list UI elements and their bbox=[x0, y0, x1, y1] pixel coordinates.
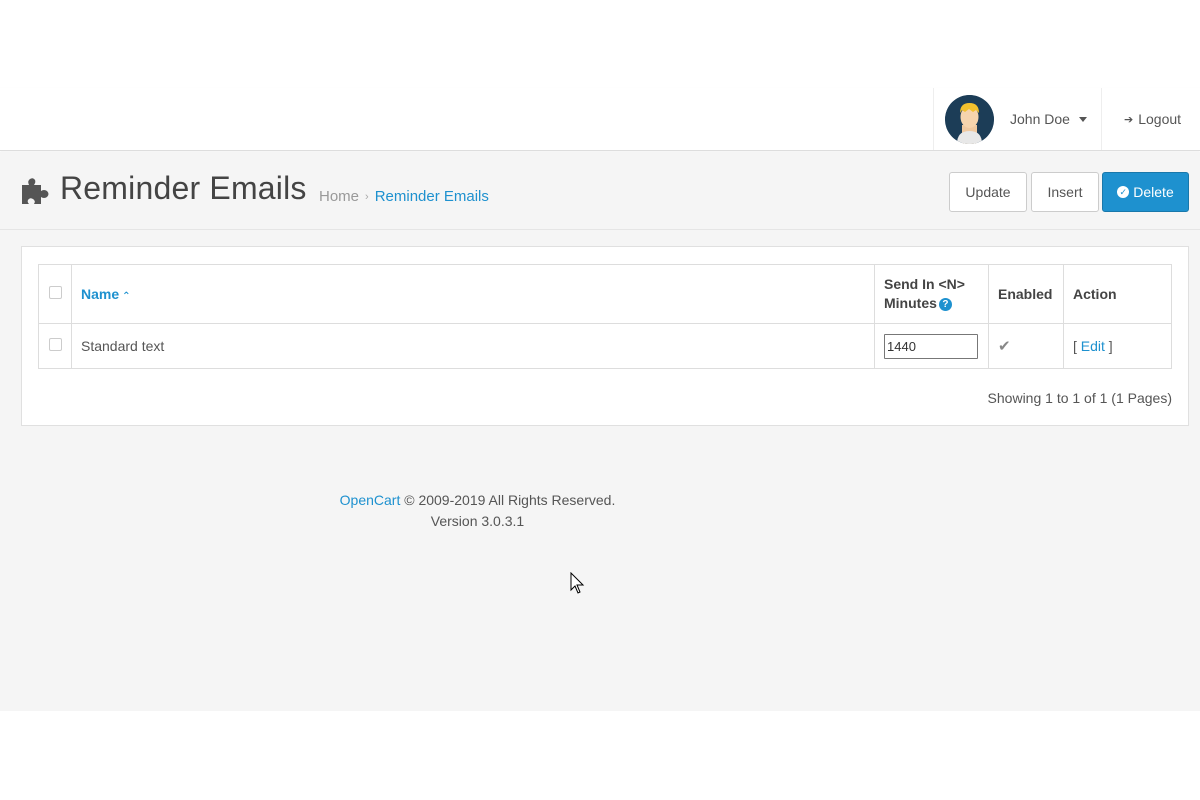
breadcrumb: Home › Reminder Emails bbox=[319, 188, 489, 205]
reminder-table: Name ⌃ Send In <N> Minutes? Enabled Actio… bbox=[38, 264, 1172, 369]
user-name: John Doe bbox=[1010, 111, 1070, 127]
puzzle-piece-icon bbox=[22, 178, 49, 204]
footer-version: Version 3.0.3.1 bbox=[430, 513, 525, 529]
column-action: Action bbox=[1063, 264, 1172, 324]
breadcrumb-separator-icon: › bbox=[365, 190, 369, 203]
column-name-label: Name bbox=[81, 286, 120, 302]
row-name: Standard text bbox=[71, 323, 875, 369]
question-circle-icon[interactable]: ? bbox=[938, 297, 952, 311]
footer-brand-link[interactable]: OpenCart bbox=[340, 492, 401, 508]
caret-down-icon bbox=[1078, 116, 1087, 122]
sort-asc-icon: ⌃ bbox=[122, 291, 131, 302]
table-row: Standard text ✔ [ Edit ] bbox=[38, 323, 1172, 369]
row-enabled-cell: ✔ bbox=[988, 323, 1064, 369]
mouse-cursor-icon bbox=[570, 572, 585, 594]
footer-copyright-line: OpenCart © 2009-2019 All Rights Reserved… bbox=[0, 490, 955, 511]
sign-out-icon: ➔ bbox=[1124, 113, 1134, 126]
column-name: Name ⌃ bbox=[71, 264, 875, 324]
enabled-check-icon: ✔ bbox=[998, 338, 1011, 355]
action-wrapper: [ Edit ] bbox=[1073, 338, 1113, 354]
content-area: Reminder Emails Home › Reminder Emails U… bbox=[0, 152, 1200, 711]
edit-link[interactable]: Edit bbox=[1081, 338, 1105, 354]
check-circle-icon: ✓ bbox=[1117, 186, 1130, 198]
user-avatar bbox=[945, 94, 994, 144]
column-send-in-line2: Minutes bbox=[884, 295, 937, 311]
column-send-in-line1: Send In <N> bbox=[884, 276, 965, 292]
breadcrumb-current[interactable]: Reminder Emails bbox=[375, 188, 489, 205]
column-enabled: Enabled bbox=[988, 264, 1064, 324]
delete-label: Delete bbox=[1133, 184, 1174, 200]
row-checkbox[interactable] bbox=[48, 338, 62, 351]
footer-copyright: © 2009-2019 All Rights Reserved. bbox=[404, 492, 616, 508]
top-header: John Doe ➔ Logout bbox=[0, 88, 1200, 151]
breadcrumb-home[interactable]: Home bbox=[319, 188, 359, 205]
select-all-checkbox[interactable] bbox=[48, 286, 62, 299]
update-button[interactable]: Update bbox=[949, 172, 1027, 212]
column-send-in: Send In <N> Minutes? bbox=[874, 264, 989, 324]
minutes-input[interactable] bbox=[884, 333, 978, 359]
footer: OpenCart © 2009-2019 All Rights Reserved… bbox=[0, 490, 955, 532]
sort-by-name-link[interactable]: Name ⌃ bbox=[81, 286, 131, 302]
logout-link[interactable]: ➔ Logout bbox=[1124, 88, 1181, 150]
table-header-row: Name ⌃ Send In <N> Minutes? Enabled Actio… bbox=[38, 264, 1172, 324]
row-action-cell: [ Edit ] bbox=[1063, 323, 1172, 369]
row-select-cell bbox=[38, 323, 72, 369]
insert-button[interactable]: Insert bbox=[1031, 172, 1099, 212]
list-panel: Name ⌃ Send In <N> Minutes? Enabled Actio… bbox=[21, 246, 1189, 426]
delete-button[interactable]: ✓ Delete bbox=[1102, 172, 1189, 212]
select-all-cell bbox=[38, 264, 72, 324]
pagination-info: Showing 1 to 1 of 1 (1 Pages) bbox=[987, 390, 1172, 406]
user-menu-dropdown[interactable]: John Doe bbox=[933, 88, 1102, 150]
logout-label: Logout bbox=[1138, 111, 1182, 127]
page-title: Reminder Emails bbox=[60, 170, 307, 206]
row-minutes-cell bbox=[874, 323, 989, 369]
page-header: Reminder Emails Home › Reminder Emails U… bbox=[0, 152, 1200, 230]
